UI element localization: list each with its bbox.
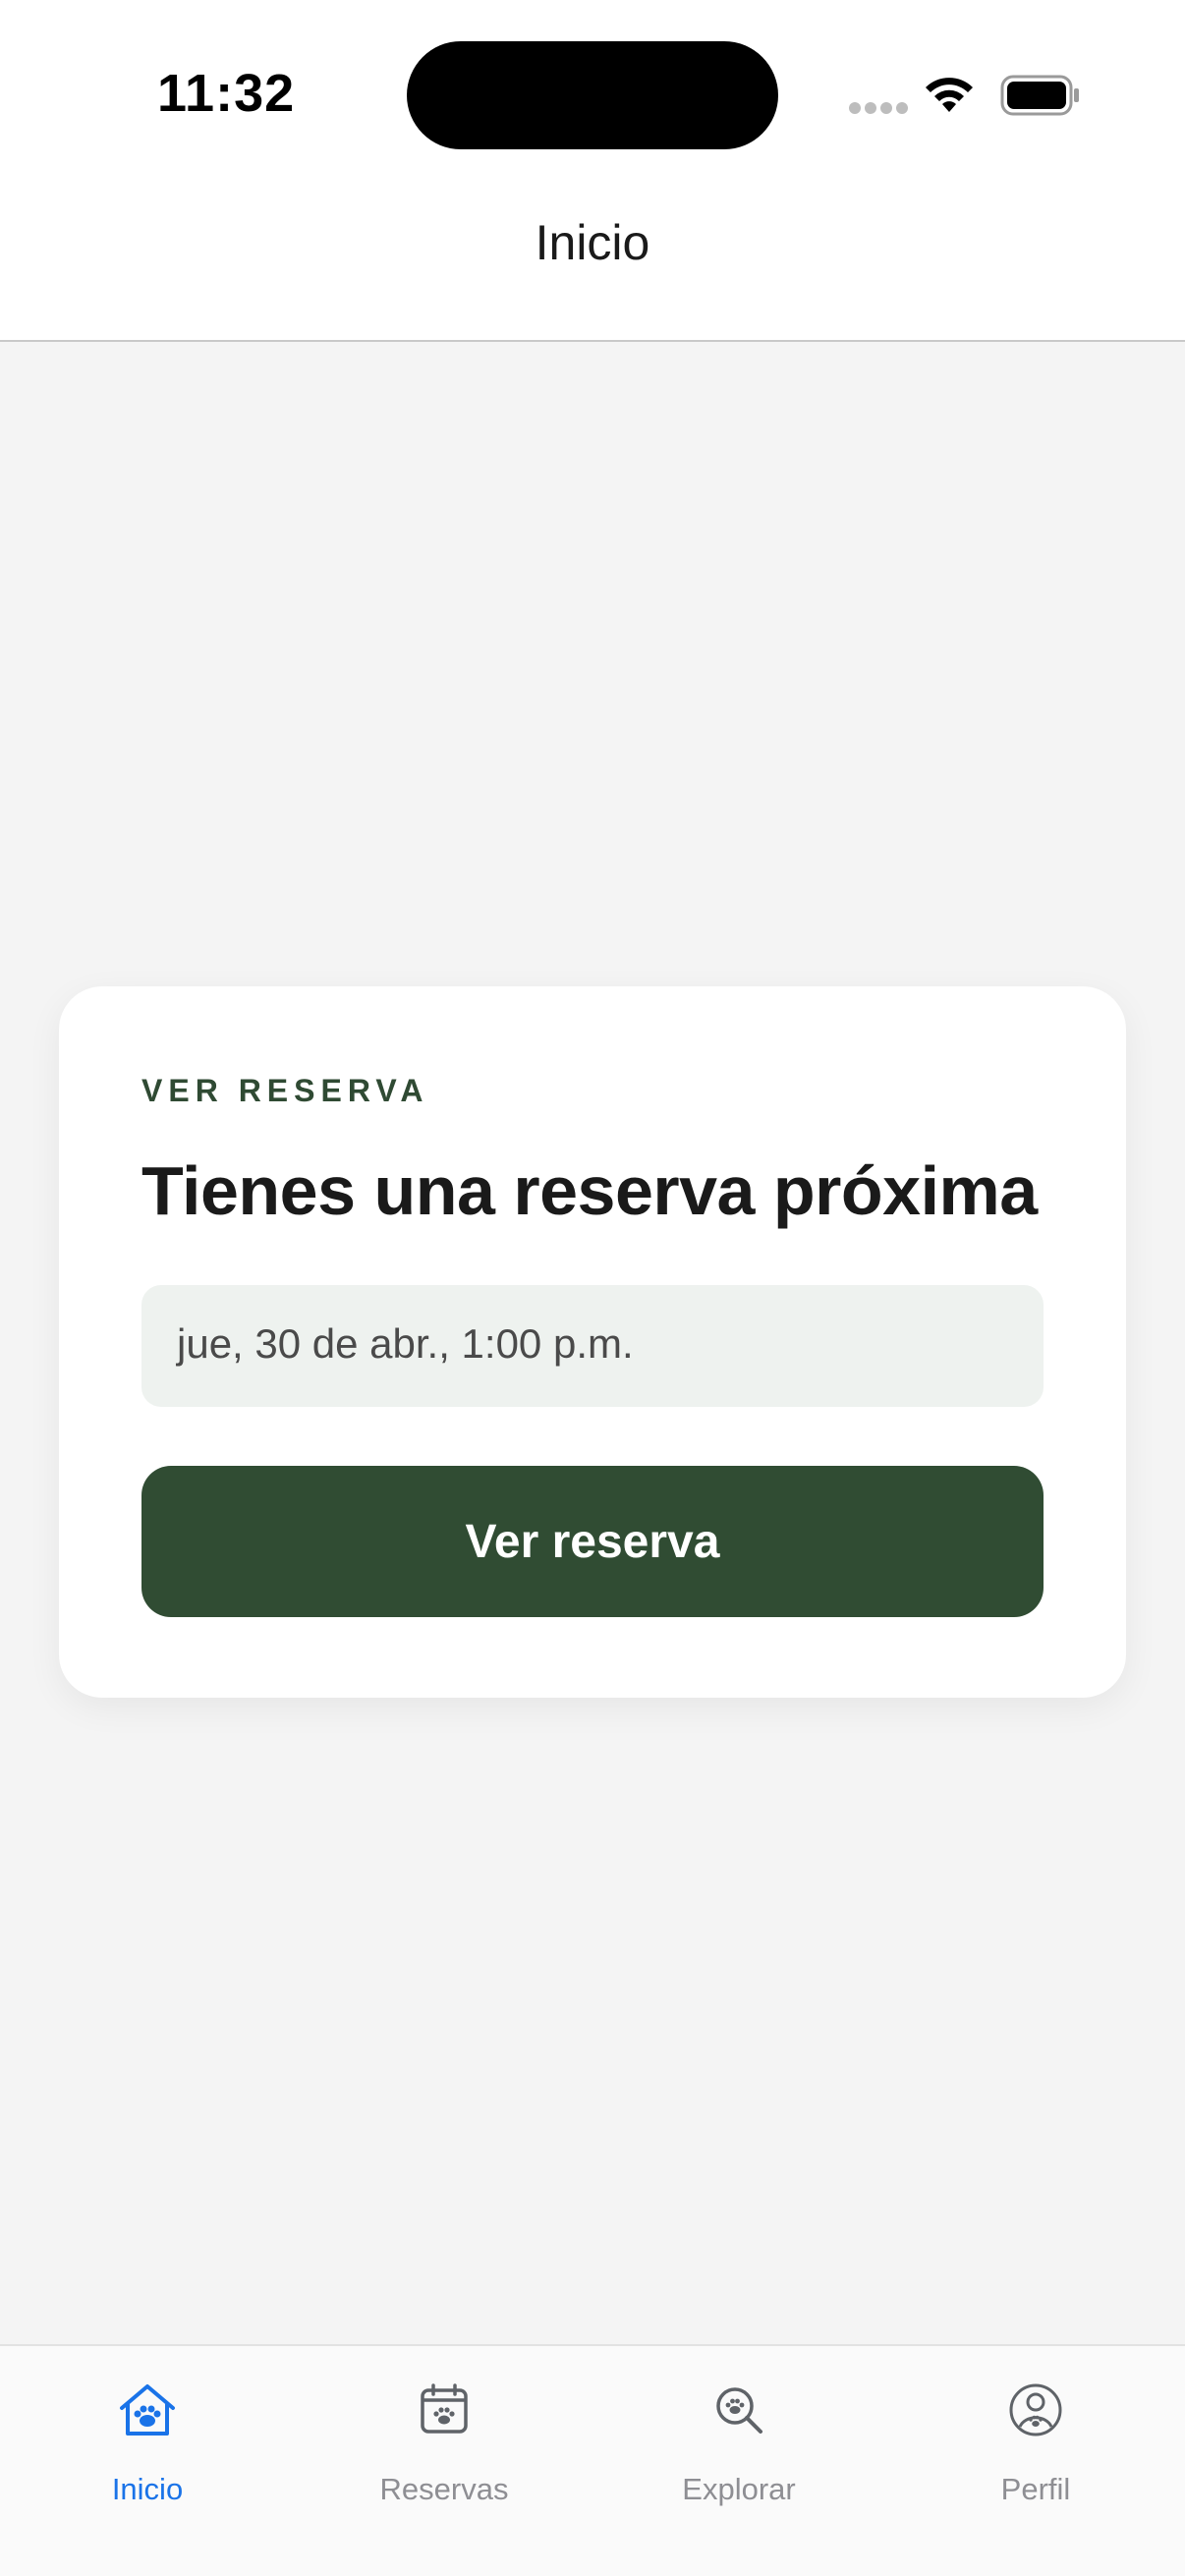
reservation-datetime-box: jue, 30 de abr., 1:00 p.m. [141, 1285, 1044, 1407]
tab-reservas-label: Reservas [379, 2472, 509, 2506]
reservation-card: VER RESERVA Tienes una reserva próxima j… [59, 986, 1126, 1698]
search-paw-icon [686, 2366, 792, 2454]
view-reservation-button[interactable]: Ver reserva [141, 1466, 1044, 1617]
battery-icon [1000, 75, 1079, 116]
tab-perfil-label: Perfil [1000, 2472, 1071, 2506]
tab-reservas[interactable]: Reservas [297, 2346, 592, 2576]
tab-explorar-label: Explorar [682, 2472, 796, 2506]
tab-explorar[interactable]: Explorar [592, 2346, 886, 2576]
page-title: Inicio [535, 215, 650, 270]
tab-inicio-label: Inicio [111, 2472, 184, 2506]
signal-icon [849, 102, 908, 116]
card-eyebrow: VER RESERVA [141, 1073, 429, 1108]
top-area: 11:32 Inicio [0, 0, 1185, 342]
dynamic-island [407, 41, 778, 149]
wifi-icon [926, 78, 973, 112]
calendar-paw-icon [391, 2366, 497, 2454]
reservation-datetime: jue, 30 de abr., 1:00 p.m. [177, 1320, 634, 1367]
profile-paw-icon [983, 2366, 1089, 2454]
home-paw-icon [94, 2366, 200, 2454]
tab-bar: Inicio Reservas Explorar Perfil [0, 2344, 1185, 2576]
card-headline: Tienes una reserva próxima [141, 1152, 1038, 1229]
status-time: 11:32 [157, 64, 296, 123]
app-screen: 11:32 Inicio VER RESERVA Tienes una rese… [0, 0, 1185, 2576]
view-reservation-button-label: Ver reserva [465, 1515, 720, 1568]
tab-perfil[interactable]: Perfil [888, 2346, 1183, 2576]
tab-inicio[interactable]: Inicio [0, 2346, 295, 2576]
